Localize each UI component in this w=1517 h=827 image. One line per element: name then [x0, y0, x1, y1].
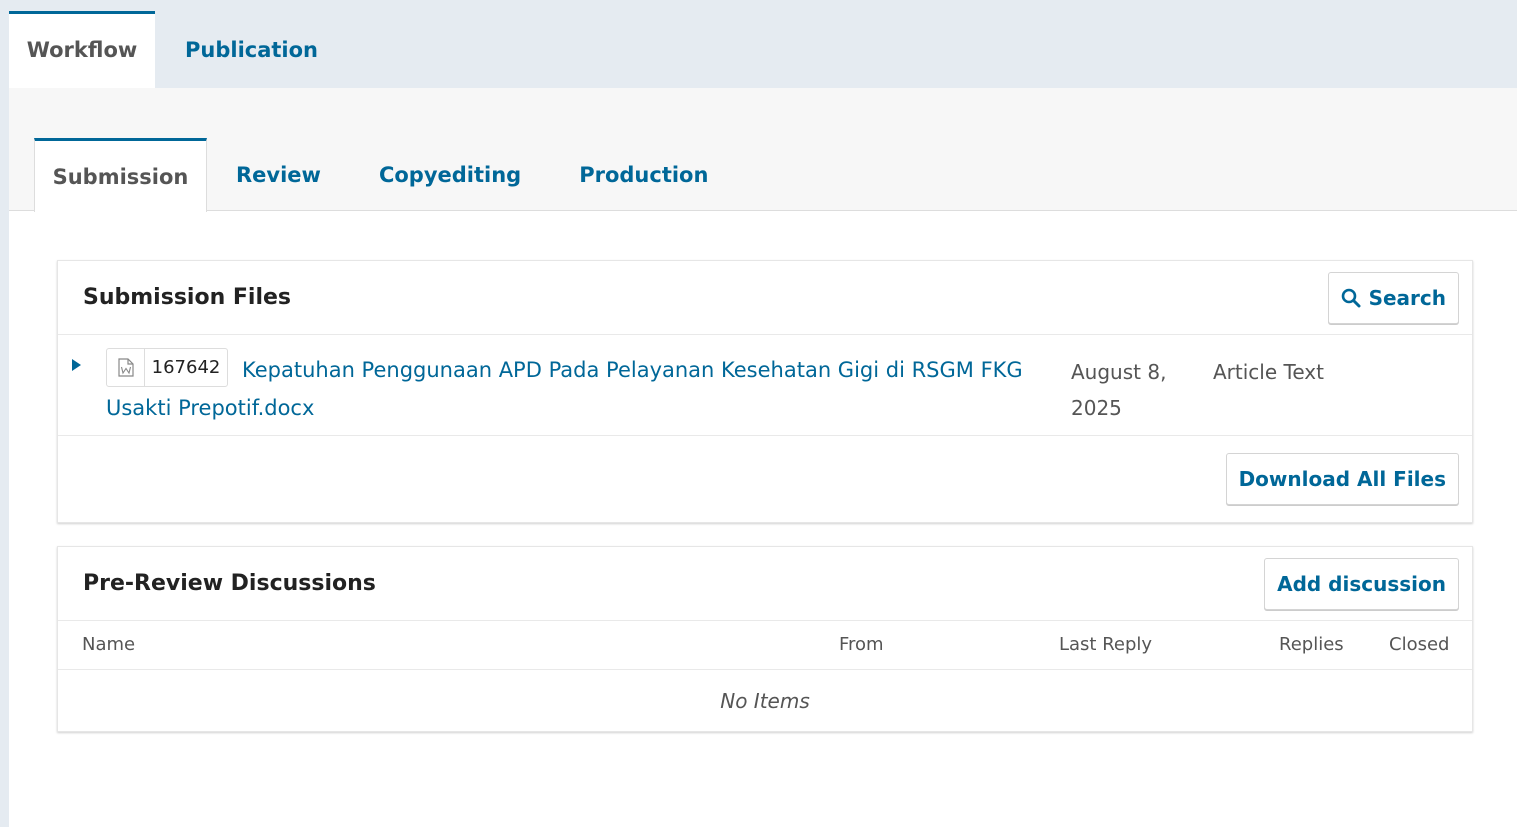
document-icon [107, 349, 145, 386]
workflow-page: Workflow Publication Submission Review C… [0, 0, 1517, 827]
tab-review[interactable]: Review [207, 138, 350, 211]
stage-tabs: Submission Review Copyediting Production [34, 138, 737, 212]
file-row: Kepatuhan Penggunaan APD Pada Pelayanan … [58, 335, 1472, 436]
tab-publication[interactable]: Publication [155, 11, 340, 88]
discussions-title: Pre-Review Discussions [83, 571, 376, 596]
tab-copyediting[interactable]: Copyediting [350, 138, 550, 211]
file-id: 167642 [151, 357, 221, 378]
expand-arrow-icon[interactable] [72, 359, 81, 371]
file-type: Article Text [1213, 360, 1324, 384]
column-closed: Closed [1389, 634, 1450, 655]
tab-production[interactable]: Production [550, 138, 737, 211]
submission-files-panel: Submission Files Search Kepatuhan Penggu… [57, 260, 1473, 523]
tab-workflow[interactable]: Workflow [9, 11, 155, 88]
add-discussion-button[interactable]: Add discussion [1264, 557, 1459, 610]
column-name: Name [82, 634, 136, 655]
file-date: August 8, 2025 [1071, 360, 1167, 420]
workflow-content: Submission Review Copyediting Production… [9, 88, 1517, 827]
discussions-header: Pre-Review Discussions Add discussion [58, 547, 1472, 621]
column-replies: Replies [1279, 634, 1344, 655]
file-name-link[interactable]: Kepatuhan Penggunaan APD Pada Pelayanan … [106, 351, 1026, 427]
stage-bar: Submission Review Copyediting Production [9, 88, 1517, 212]
top-tabs: Workflow Publication [9, 11, 340, 88]
search-button-label: Search [1368, 285, 1446, 310]
submission-files-header: Submission Files Search [58, 261, 1472, 335]
tab-submission[interactable]: Submission [34, 138, 207, 212]
search-button[interactable]: Search [1327, 271, 1459, 324]
empty-message: No Items [720, 688, 810, 713]
submission-files-footer: Download All Files [58, 436, 1472, 522]
column-from: From [839, 634, 884, 655]
discussions-panel: Pre-Review Discussions Add discussion Na… [57, 546, 1473, 732]
submission-files-title: Submission Files [83, 285, 292, 310]
file-badge: 167642 [106, 348, 228, 387]
discussions-grid-header: Name From Last Reply Replies Closed [58, 621, 1472, 670]
search-icon [1341, 288, 1361, 307]
column-last-reply: Last Reply [1059, 634, 1153, 655]
download-all-files-button[interactable]: Download All Files [1225, 453, 1459, 505]
